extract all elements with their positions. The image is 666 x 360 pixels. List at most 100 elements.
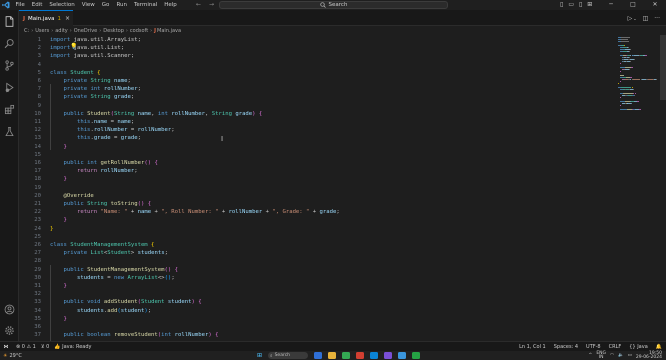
run-java-icon[interactable]: ▷ — [628, 15, 633, 22]
menu-file[interactable]: File — [12, 0, 28, 10]
source-control-icon[interactable] — [0, 58, 19, 72]
language-mode[interactable]: {} Java — [629, 344, 648, 350]
menu-selection[interactable]: Selection — [46, 0, 78, 10]
customize-layout-icon[interactable]: ⊞ — [587, 0, 592, 10]
encoding[interactable]: UTF-8 — [586, 344, 601, 350]
run-dropdown-chevron-icon[interactable]: ⌄ — [633, 16, 636, 21]
taskbar-search[interactable]: ⌕ Search — [268, 352, 309, 359]
file-explorer-icon[interactable] — [328, 352, 337, 359]
code-line[interactable]: 15 — [19, 151, 614, 159]
code-line[interactable]: 14 } — [19, 143, 614, 151]
code-line[interactable]: 26 class StudentManagementSystem { — [19, 241, 614, 249]
forward-arrow-icon[interactable]: → — [209, 0, 214, 10]
chrome-browser-icon[interactable] — [342, 352, 351, 359]
menu-terminal[interactable]: Terminal — [130, 0, 160, 10]
code-line[interactable]: 12 this.rollNumber = rollNumber; — [19, 126, 614, 134]
menu-view[interactable]: View — [78, 0, 98, 10]
code-line[interactable]: 37 public boolean removeStudent(int roll… — [19, 331, 614, 339]
breadcrumb-item[interactable]: adity — [55, 28, 68, 34]
taskbar-app-icon[interactable] — [356, 352, 365, 359]
code-line[interactable]: 17 return rollNumber; — [19, 167, 614, 175]
code-line[interactable]: 7 private int rollNumber; — [19, 85, 614, 93]
start-windows-icon[interactable]: ⊞ — [257, 352, 262, 359]
vscode-taskbar-icon[interactable] — [398, 352, 407, 359]
manage-gear-icon[interactable] — [0, 323, 19, 337]
code-line[interactable]: 2 import java.util.List; — [19, 44, 614, 52]
errors-indicator[interactable]: ⊗ 0 ⚠ 1 — [16, 344, 36, 350]
code-line[interactable]: 18 } — [19, 175, 614, 183]
line-ending[interactable]: CRLF — [609, 344, 622, 350]
back-arrow-icon[interactable]: ← — [196, 0, 201, 10]
explorer-icon[interactable] — [0, 14, 19, 28]
breadcrumb-item[interactable]: Desktop — [103, 28, 124, 34]
toggle-sidebar-icon[interactable]: ▯ — [560, 0, 563, 10]
menu-go[interactable]: Go — [98, 0, 113, 10]
breadcrumb-item[interactable]: OneDrive — [74, 28, 98, 34]
code-line[interactable]: 32 — [19, 290, 614, 298]
extensions-icon[interactable] — [0, 102, 19, 116]
more-actions-icon[interactable]: ··· — [654, 15, 660, 22]
menu-edit[interactable]: Edit — [28, 0, 46, 10]
scrollbar-thumb[interactable] — [660, 35, 666, 100]
toggle-panel-icon[interactable]: ▭ — [568, 0, 574, 10]
java-status[interactable]: 👍 Java: Ready — [54, 344, 91, 350]
code-line[interactable]: 35 } — [19, 315, 614, 323]
close-tab-icon[interactable]: × — [65, 15, 70, 22]
code-line[interactable]: 11 this.name = name; — [19, 118, 614, 126]
maximize-icon[interactable]: □ — [622, 0, 644, 10]
notifications-bell-icon[interactable]: 🔔 — [656, 344, 662, 350]
code-line[interactable]: 25 — [19, 233, 614, 241]
code-line[interactable]: 22 return "Name: " + name + ", Roll Numb… — [19, 208, 614, 216]
code-line[interactable]: 16 public int getRollNumber() { — [19, 159, 614, 167]
minimize-icon[interactable]: ─ — [600, 0, 622, 10]
code-line[interactable]: 28 — [19, 257, 614, 265]
code-line[interactable]: 13 this.grade = grade; — [19, 134, 614, 142]
taskbar-app-icon[interactable] — [370, 352, 379, 359]
code-line[interactable]: 4 — [19, 61, 614, 69]
cursor-position[interactable]: Ln 1, Col 1 — [519, 344, 546, 350]
breadcrumb-item[interactable]: C: — [24, 28, 29, 34]
ports-indicator[interactable]: ⊻ 0 — [41, 344, 49, 350]
code-line[interactable]: 30 students = new ArrayList<>(); — [19, 274, 614, 282]
code-line[interactable]: 31 } — [19, 282, 614, 290]
language-indicator[interactable]: ENG IN — [596, 351, 606, 360]
code-line[interactable]: 20 @Override — [19, 192, 614, 200]
code-line[interactable]: 23 } — [19, 216, 614, 224]
close-window-icon[interactable]: ✕ — [644, 0, 666, 10]
code-line[interactable]: 9 — [19, 102, 614, 110]
remote-indicator-icon[interactable]: ⋈ — [0, 342, 12, 352]
code-line[interactable]: 34 students.add(student); — [19, 307, 614, 315]
breadcrumb-item[interactable]: codsoft — [130, 28, 148, 34]
code-line[interactable]: 33 public void addStudent(Student studen… — [19, 298, 614, 306]
code-line[interactable]: 27 private List<Student> students; — [19, 249, 614, 257]
code-editor[interactable]: 💡 1 import java.util.ArrayList; 2 import ja… — [19, 35, 614, 341]
code-line[interactable]: 3 import java.util.Scanner; — [19, 52, 614, 60]
wifi-icon[interactable]: ◠ — [610, 353, 614, 358]
run-debug-icon[interactable] — [0, 80, 19, 94]
taskbar-app-icon[interactable] — [314, 352, 323, 359]
code-line[interactable]: 8 private String grade; — [19, 93, 614, 101]
tray-chevron-up-icon[interactable]: ^ — [589, 353, 593, 358]
minimap[interactable] — [616, 35, 660, 125]
menu-run[interactable]: Run — [113, 0, 131, 10]
vertical-scrollbar[interactable] — [660, 35, 666, 341]
split-editor-icon[interactable]: ◫ — [643, 15, 649, 22]
breadcrumb-item[interactable]: Main.java — [157, 28, 181, 34]
search-view-icon[interactable] — [0, 36, 19, 50]
code-line[interactable]: 5 class Student { — [19, 69, 614, 77]
clock[interactable]: 19:50 29-06-2024 — [636, 351, 662, 360]
accounts-icon[interactable] — [0, 302, 19, 316]
testing-flask-icon[interactable] — [0, 124, 19, 138]
taskbar-app-icon[interactable] — [384, 352, 393, 359]
toggle-secondary-sidebar-icon[interactable]: ▯ — [579, 0, 582, 10]
taskbar-app-icon[interactable] — [412, 352, 421, 359]
code-line[interactable]: 6 private String name; — [19, 77, 614, 85]
tab-main-java[interactable]: J Main.java 1 × — [19, 10, 73, 26]
code-line[interactable]: 29 public StudentManagementSystem() { — [19, 266, 614, 274]
battery-icon[interactable]: ▭ — [628, 353, 632, 358]
code-line[interactable]: 19 — [19, 184, 614, 192]
code-line[interactable]: 1 import java.util.ArrayList; — [19, 36, 614, 44]
volume-icon[interactable]: 🔈 — [618, 353, 624, 358]
code-line[interactable]: 24} — [19, 225, 614, 233]
menu-help[interactable]: Help — [161, 0, 181, 10]
